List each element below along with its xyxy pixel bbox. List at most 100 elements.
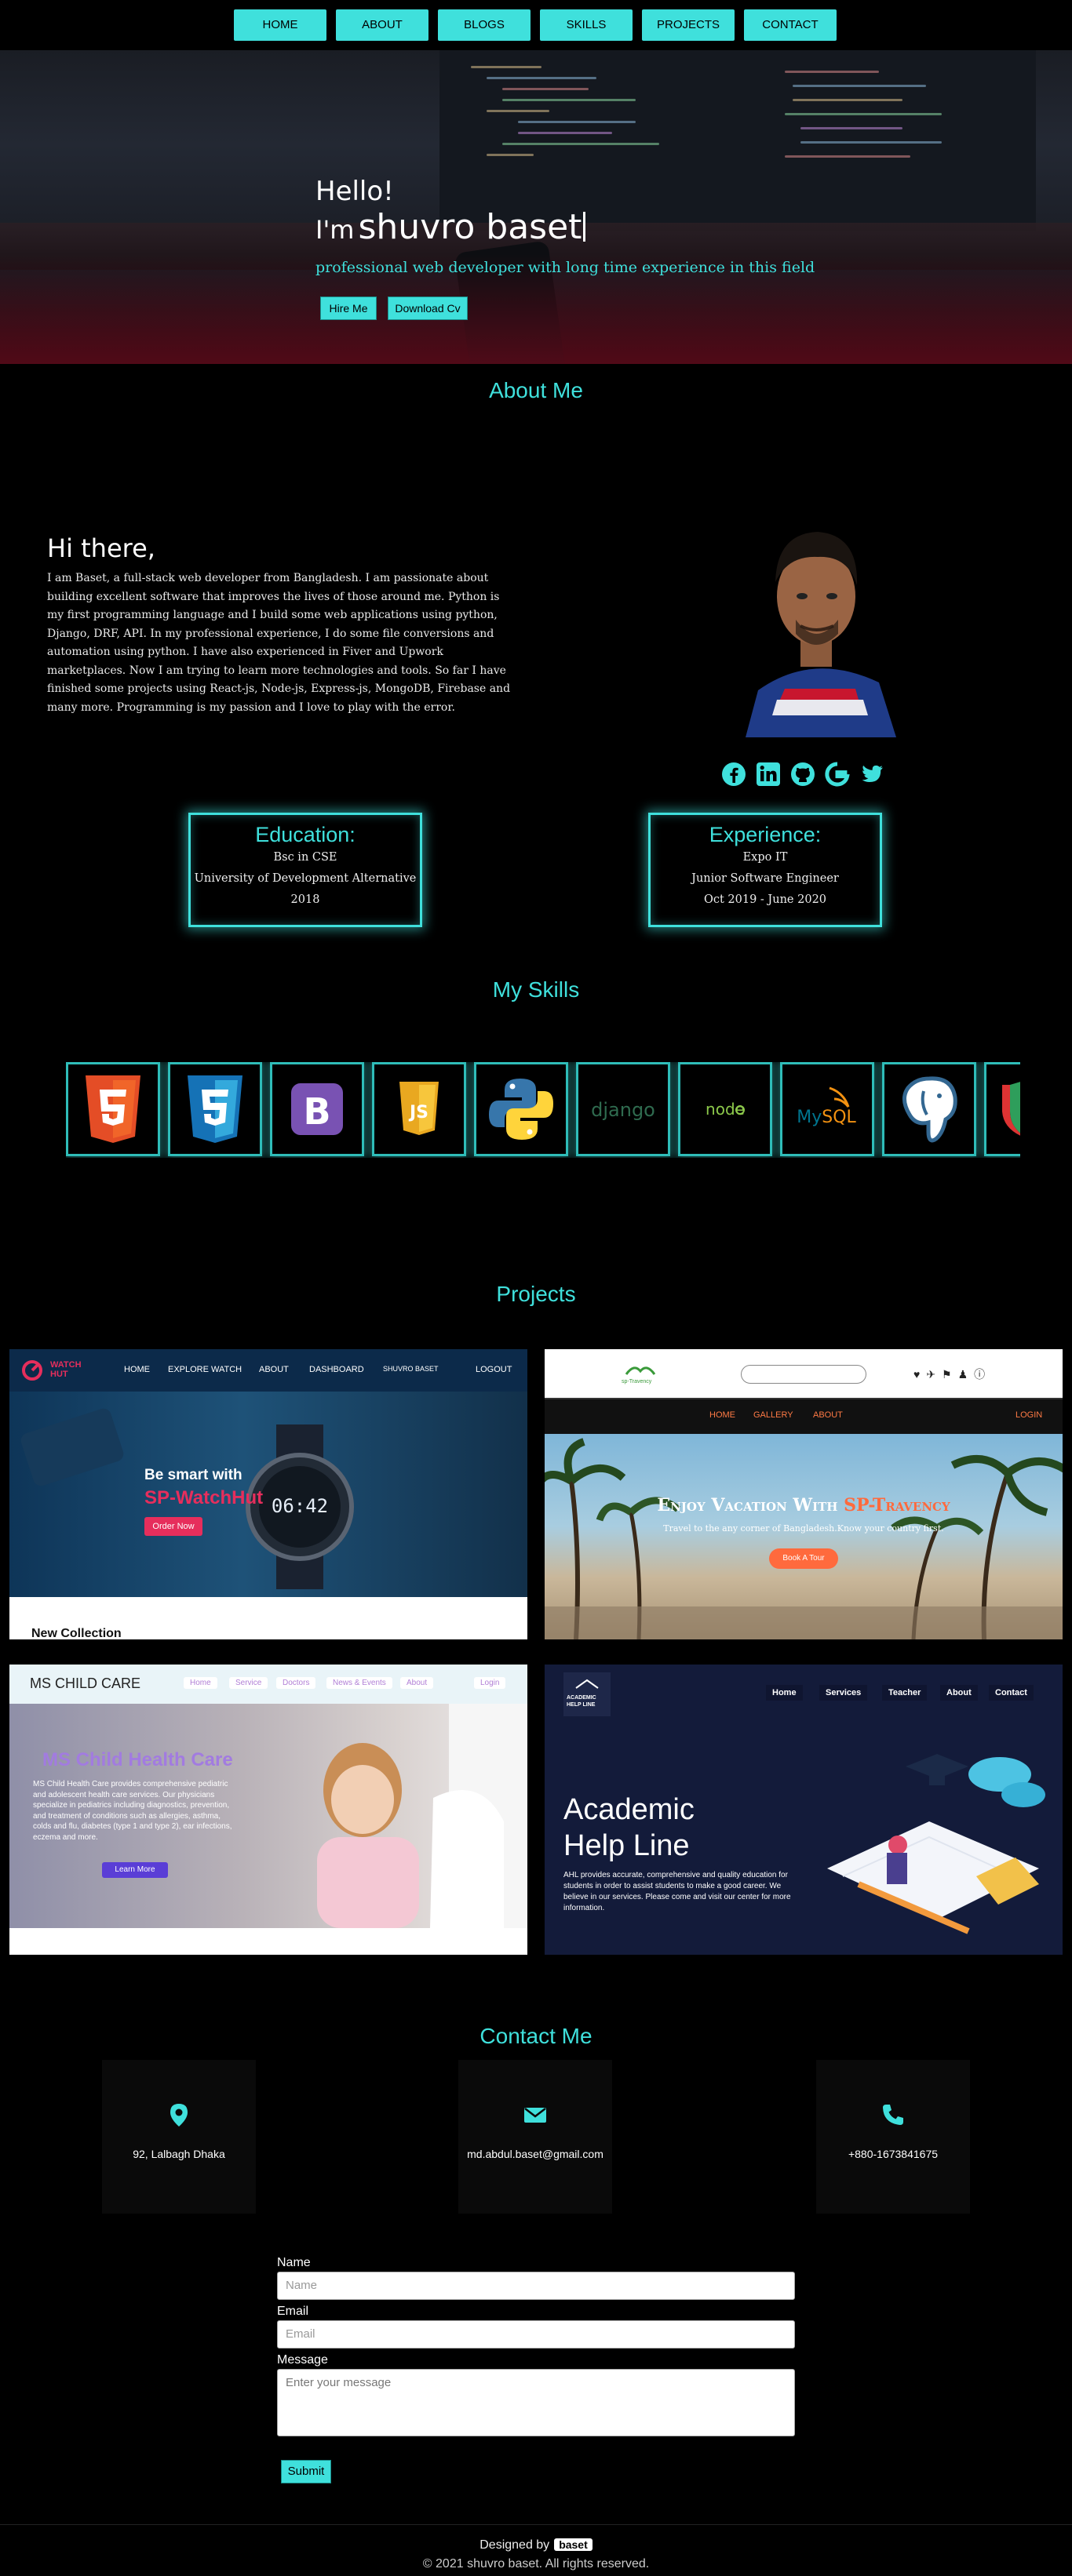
travency-nav-home: HOME bbox=[709, 1410, 735, 1420]
code-line bbox=[487, 154, 534, 156]
skill-javascript: JS bbox=[372, 1062, 466, 1156]
skill-postgresql bbox=[882, 1062, 976, 1156]
childcare-nav-service: Service bbox=[229, 1677, 268, 1689]
svg-text:node: node bbox=[706, 1100, 745, 1119]
django-icon: django bbox=[591, 1099, 655, 1121]
top-nav: HOME ABOUT BLOGS SKILLS PROJECTS CONTACT bbox=[0, 0, 1072, 50]
education-year: 2018 bbox=[290, 893, 320, 906]
skill-bootstrap: B bbox=[270, 1062, 364, 1156]
profile-photo bbox=[730, 494, 896, 737]
travency-nav-about: ABOUT bbox=[813, 1410, 843, 1420]
project-travency[interactable]: sp-Travency ♥✈⚑♟ⓘ HOME GALLERY ABOUT LOG… bbox=[545, 1349, 1063, 1639]
helpline-nav-home: Home bbox=[766, 1685, 803, 1701]
helpline-logo: ACADEMIC HELP LINE bbox=[567, 1695, 596, 1708]
nav-about[interactable]: ABOUT bbox=[336, 9, 428, 41]
html5-icon bbox=[86, 1075, 140, 1143]
childcare-nav-news: News & Events bbox=[326, 1677, 392, 1689]
helpline-illustration bbox=[827, 1754, 1045, 1934]
experience-role: Junior Software Engineer bbox=[691, 872, 839, 885]
projects-title: Projects bbox=[496, 1282, 576, 1306]
location-icon bbox=[170, 2104, 188, 2127]
experience-period: Oct 2019 - June 2020 bbox=[703, 893, 827, 906]
watchhut-headline-1: Be smart with bbox=[144, 1467, 242, 1483]
email-label: Email bbox=[277, 2305, 309, 2318]
svg-text:MySQL: MySQL bbox=[797, 1108, 856, 1127]
project-watchhut[interactable]: WATCH HUT HOME EXPLORE WATCH ABOUT DASHB… bbox=[9, 1349, 527, 1639]
download-cv-button[interactable]: Download Cv bbox=[388, 297, 468, 320]
designed-by: Designed by baset bbox=[0, 2538, 1072, 2552]
designer-badge[interactable]: baset bbox=[554, 2538, 593, 2551]
code-line bbox=[785, 113, 942, 115]
project-child-care[interactable]: MS CHILD CARE Home Service Doctors News … bbox=[9, 1665, 527, 1955]
about-greeting: Hi there, bbox=[47, 533, 155, 563]
submit-button[interactable]: Submit bbox=[281, 2460, 331, 2483]
about-title: About Me bbox=[489, 378, 583, 402]
travency-nav-login: LOGIN bbox=[1015, 1410, 1043, 1420]
phone-text[interactable]: +880-1673841675 bbox=[816, 2148, 970, 2160]
experience-heading: Experience: bbox=[709, 823, 822, 846]
message-label: Message bbox=[277, 2353, 328, 2367]
envelope-icon bbox=[524, 2108, 546, 2123]
helpline-nav-teacher: Teacher bbox=[882, 1685, 928, 1701]
childcare-nav-doctors: Doctors bbox=[276, 1677, 316, 1689]
python-icon bbox=[489, 1079, 553, 1140]
travency-headline-b: SP-Travency bbox=[844, 1495, 950, 1515]
code-line bbox=[487, 110, 549, 112]
email-text[interactable]: md.abdul.baset@gmail.com bbox=[458, 2148, 612, 2160]
skill-python bbox=[474, 1062, 568, 1156]
helpline-headline-1: Academic bbox=[563, 1793, 695, 1826]
travency-topbar-icons: ♥✈⚑♟ⓘ bbox=[913, 1368, 992, 1381]
mysql-icon: MySQL bbox=[797, 1086, 857, 1127]
watchhut-nav-home: HOME bbox=[124, 1365, 150, 1374]
name-input[interactable]: Name bbox=[277, 2272, 795, 2300]
facebook-icon[interactable] bbox=[720, 761, 747, 788]
watchhut-order-button: Order Now bbox=[144, 1517, 202, 1536]
google-icon[interactable] bbox=[824, 761, 851, 788]
travency-headline-a: Enjoy Vacation With bbox=[657, 1495, 838, 1515]
skill-css3 bbox=[168, 1062, 262, 1156]
message-textarea[interactable]: Enter your message bbox=[277, 2369, 795, 2436]
childcare-nav-about: About bbox=[400, 1677, 434, 1689]
about-bio: I am Baset, a full-stack web developer f… bbox=[47, 572, 511, 714]
name-label: Name bbox=[277, 2256, 311, 2269]
helpline-nav-services: Services bbox=[819, 1685, 868, 1701]
bootstrap-icon: B bbox=[291, 1083, 343, 1135]
helpline-headline-2: Help Line bbox=[563, 1829, 690, 1862]
hero-tagline: professional web developer with long tim… bbox=[315, 259, 815, 276]
typing-caret bbox=[583, 212, 586, 242]
skill-html5 bbox=[66, 1062, 160, 1156]
nav-contact[interactable]: CONTACT bbox=[744, 9, 837, 41]
watchhut-nav-dashboard: DASHBOARD bbox=[309, 1365, 364, 1374]
twitter-icon[interactable] bbox=[859, 761, 885, 788]
code-line bbox=[800, 127, 902, 129]
shield-icon bbox=[1002, 1082, 1020, 1136]
education-university: University of Development Alternative bbox=[194, 872, 417, 885]
javascript-icon: JS bbox=[399, 1082, 439, 1135]
project-academic-help-line[interactable]: ACADEMIC HELP LINE Home Services Teacher… bbox=[545, 1665, 1063, 1955]
experience-company: Expo IT bbox=[742, 851, 788, 864]
hire-me-button[interactable]: Hire Me bbox=[320, 297, 377, 320]
github-icon[interactable] bbox=[789, 761, 816, 788]
linkedin-icon[interactable] bbox=[755, 761, 782, 788]
code-line bbox=[518, 132, 612, 134]
code-line bbox=[793, 99, 902, 101]
watchhut-nav-logout: LOGOUT bbox=[476, 1365, 512, 1374]
code-line bbox=[793, 85, 926, 87]
helpline-nav-contact: Contact bbox=[989, 1685, 1034, 1701]
code-line bbox=[800, 141, 942, 144]
code-line bbox=[502, 143, 659, 145]
contact-title: Contact Me bbox=[479, 2024, 593, 2048]
nav-blogs[interactable]: BLOGS bbox=[438, 9, 531, 41]
nav-skills[interactable]: SKILLS bbox=[540, 9, 633, 41]
address-text: 92, Lalbagh Dhaka bbox=[133, 2148, 225, 2160]
svg-text:JS: JS bbox=[408, 1103, 428, 1122]
travency-logo-icon bbox=[625, 1366, 656, 1375]
nav-projects[interactable]: PROJECTS bbox=[642, 9, 735, 41]
travency-nav-gallery: GALLERY bbox=[753, 1410, 793, 1420]
helpline-text: AHL provides accurate, comprehensive and… bbox=[563, 1871, 791, 1912]
nav-home[interactable]: HOME bbox=[234, 9, 326, 41]
email-input[interactable]: Email bbox=[277, 2320, 795, 2349]
experience-card: Experience: Expo IT Junior Software Engi… bbox=[648, 813, 882, 927]
hero-intro: I'm shuvro baset bbox=[315, 207, 586, 247]
watchhut-nav-user: SHUVRO BASET bbox=[383, 1365, 439, 1373]
